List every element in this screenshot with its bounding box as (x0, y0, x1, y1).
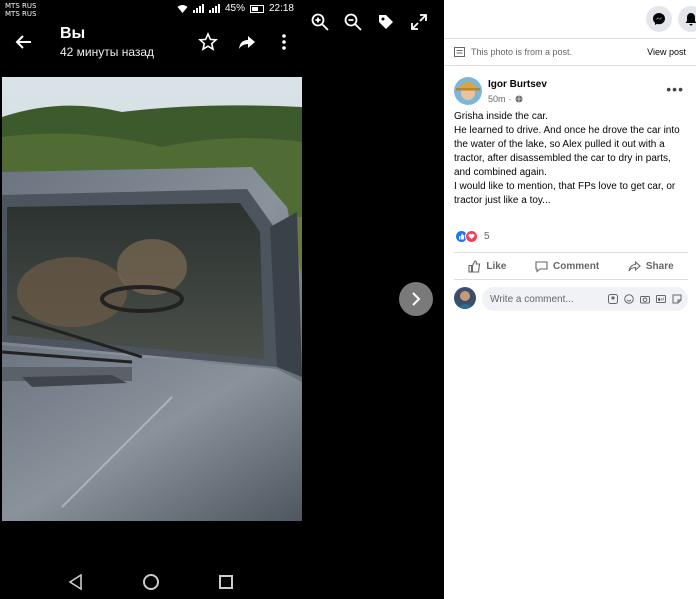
nav-home-icon[interactable] (143, 574, 159, 590)
post-meta: 50m · (488, 94, 523, 104)
like-label: Like (486, 260, 507, 272)
zoom-in-icon[interactable] (310, 12, 330, 32)
post-line: Grisha inside the car. (454, 111, 548, 122)
viewer-subtitle: 42 минуты назад (60, 45, 155, 59)
notifications-button[interactable] (678, 6, 696, 32)
sticker-icon[interactable] (672, 294, 682, 304)
bell-icon (685, 13, 696, 26)
more-vert-icon[interactable] (274, 32, 294, 52)
carrier-label-2: MTS RUS (5, 10, 37, 18)
globe-icon (515, 95, 523, 103)
author-avatar[interactable] (454, 77, 482, 105)
post-panel: This photo is from a post. View post Igo… (444, 0, 696, 599)
share-button[interactable]: Share (628, 260, 674, 273)
author-name[interactable]: Igor Burtsev (488, 79, 547, 90)
wifi-icon (177, 5, 188, 13)
document-icon (454, 47, 465, 57)
carrier-label-1: MTS RUS (5, 2, 37, 10)
share-label: Share (645, 260, 674, 272)
nav-back-icon[interactable] (68, 574, 84, 590)
status-bar: MTS RUS MTS RUS 45% 22:18 (0, 0, 302, 20)
share-icon[interactable] (237, 32, 257, 52)
star-icon[interactable] (198, 32, 218, 52)
battery-icon (249, 4, 264, 13)
comment-placeholder: Write a comment... (490, 293, 574, 305)
photo-source-bar: This photo is from a post. View post (444, 38, 696, 66)
source-note: This photo is from a post. (471, 47, 573, 57)
next-photo-button[interactable] (399, 282, 433, 316)
post-body: Grisha inside the car. He learned to dri… (454, 110, 688, 208)
battery-percent: 45% (224, 3, 245, 14)
messenger-icon (653, 13, 665, 25)
fullscreen-icon[interactable] (409, 12, 429, 32)
thumbs-up-icon (468, 259, 481, 273)
clock: 22:18 (268, 3, 294, 14)
view-post-link[interactable]: View post (647, 47, 686, 57)
nav-recents-icon[interactable] (219, 575, 233, 589)
viewer-tools (310, 12, 429, 32)
comment-button[interactable]: Comment (535, 260, 599, 273)
camera-icon[interactable] (640, 294, 650, 304)
comment-tools (608, 294, 688, 304)
tag-icon[interactable] (376, 12, 396, 32)
post-header: Igor Burtsev 50m · ••• (454, 75, 686, 109)
emoji-icon[interactable] (624, 294, 634, 304)
love-reaction-icon (465, 230, 478, 243)
post-time[interactable]: 50m (488, 94, 506, 104)
post-options-button[interactable]: ••• (666, 81, 684, 97)
photo-viewer: MTS RUS MTS RUS 45% 22:18 Вы 42 минуты н… (0, 0, 444, 599)
android-nav-bar (0, 565, 302, 599)
post-line: I would like to mention, that FPs love t… (454, 181, 676, 206)
reaction-count: 5 (484, 231, 490, 242)
messenger-button[interactable] (646, 6, 672, 32)
comment-composer: Write a comment... (454, 287, 688, 311)
post-actions: Like Comment Share (454, 252, 688, 280)
meta-dot: · (508, 94, 512, 104)
avatar-sticker-icon[interactable] (608, 294, 618, 304)
signal-icon-2 (208, 4, 220, 13)
back-icon[interactable] (14, 32, 34, 52)
like-button[interactable]: Like (468, 259, 507, 273)
comment-icon (535, 260, 548, 273)
zoom-out-icon[interactable] (343, 12, 363, 32)
signal-icon (192, 4, 204, 13)
chevron-right-icon (412, 292, 421, 306)
viewer-toolbar: Вы 42 минуты назад (0, 20, 302, 64)
share-arrow-icon (628, 260, 641, 271)
user-avatar (454, 287, 476, 309)
gif-icon[interactable] (656, 294, 666, 304)
reactions-summary[interactable]: 5 (455, 230, 490, 243)
comment-input[interactable]: Write a comment... (482, 287, 688, 311)
post-line: He learned to drive. And once he drove t… (454, 125, 680, 178)
comment-label: Comment (553, 260, 600, 272)
viewer-title: Вы (60, 25, 86, 42)
photo (2, 77, 302, 521)
panel-header (444, 0, 696, 38)
status-icons: 45% 22:18 (177, 3, 294, 14)
